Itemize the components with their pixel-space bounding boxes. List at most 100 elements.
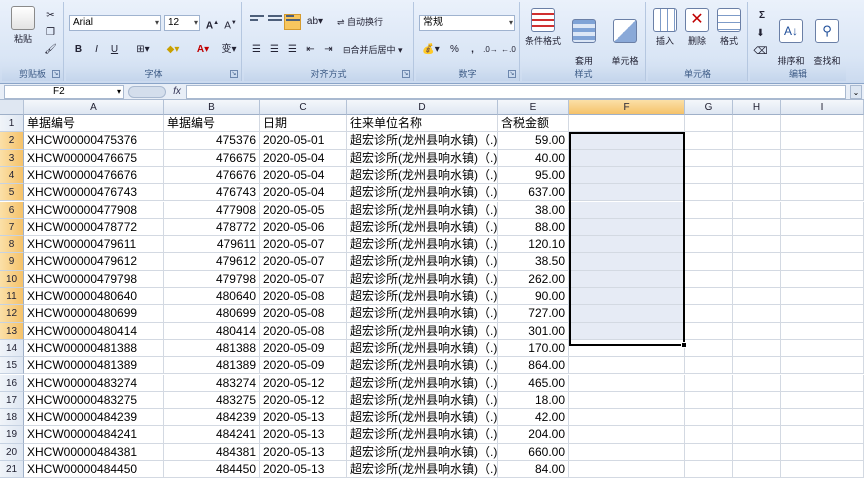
increase-indent-icon[interactable]: ⇥: [320, 42, 337, 58]
empty-cell[interactable]: [733, 253, 781, 271]
partner-name-cell[interactable]: 超宏诊所(龙州县响水镇)（.): [347, 305, 498, 323]
amount-cell[interactable]: 88.00: [498, 218, 569, 237]
empty-cell[interactable]: [685, 149, 733, 167]
row-number[interactable]: 15: [0, 357, 24, 375]
underline-button[interactable]: U: [106, 42, 123, 58]
row-number[interactable]: 6: [0, 201, 24, 219]
conditional-format-button[interactable]: 条件格式: [524, 8, 562, 47]
insert-button[interactable]: 插入: [650, 8, 680, 47]
doc-number-cell[interactable]: XHCW00000477908: [24, 201, 164, 219]
date-cell[interactable]: 2020-05-13: [260, 443, 347, 461]
date-cell[interactable]: 2020-05-09: [260, 357, 347, 375]
amount-cell[interactable]: 204.00: [498, 426, 569, 444]
row-number[interactable]: 8: [0, 236, 24, 254]
partner-name-cell[interactable]: 超宏诊所(龙州县响水镇)（.): [347, 426, 498, 444]
partner-name-cell[interactable]: 超宏诊所(龙州县响水镇)（.): [347, 149, 498, 167]
partner-name-cell[interactable]: 超宏诊所(龙州县响水镇)（.): [347, 357, 498, 375]
empty-cell[interactable]: [685, 166, 733, 185]
empty-cell[interactable]: [733, 270, 781, 288]
doc-id-cell[interactable]: 479798: [164, 270, 260, 288]
orientation-icon[interactable]: ab▾: [304, 14, 326, 30]
doc-number-cell[interactable]: XHCW00000479612: [24, 253, 164, 271]
amount-cell[interactable]: 262.00: [498, 270, 569, 288]
empty-cell[interactable]: [733, 391, 781, 410]
row-number[interactable]: 2: [0, 132, 24, 150]
align-left-icon[interactable]: ☰: [248, 42, 265, 58]
name-box[interactable]: F2 ▾: [4, 85, 124, 99]
empty-cell[interactable]: [733, 461, 781, 479]
align-right-icon[interactable]: ☰: [284, 42, 301, 58]
partner-name-cell[interactable]: 超宏诊所(龙州县响水镇)（.): [347, 443, 498, 461]
empty-cell[interactable]: [733, 374, 781, 392]
empty-cell[interactable]: [733, 149, 781, 167]
row-number[interactable]: 17: [0, 391, 24, 410]
amount-cell[interactable]: 301.00: [498, 322, 569, 340]
empty-cell[interactable]: [685, 409, 733, 427]
doc-id-cell[interactable]: 476675: [164, 149, 260, 167]
date-cell[interactable]: 2020-05-05: [260, 201, 347, 219]
doc-id-cell[interactable]: 476676: [164, 166, 260, 185]
doc-number-cell[interactable]: XHCW00000483275: [24, 391, 164, 410]
empty-cell[interactable]: [685, 115, 733, 133]
doc-id-cell[interactable]: 478772: [164, 218, 260, 237]
shrink-font-icon[interactable]: A▼: [222, 15, 239, 31]
currency-icon[interactable]: 💰▾: [420, 42, 442, 58]
row-number[interactable]: 7: [0, 218, 24, 237]
empty-cell[interactable]: [569, 218, 685, 237]
doc-id-cell[interactable]: 480414: [164, 322, 260, 340]
doc-id-cell[interactable]: 484381: [164, 443, 260, 461]
date-cell[interactable]: 2020-05-04: [260, 149, 347, 167]
wrap-text-button[interactable]: ⇌ 自动换行: [336, 14, 412, 30]
percent-button[interactable]: %: [446, 42, 463, 58]
empty-cell[interactable]: [569, 184, 685, 202]
amount-cell[interactable]: 465.00: [498, 374, 569, 392]
empty-cell[interactable]: [685, 305, 733, 323]
empty-cell[interactable]: [685, 322, 733, 340]
column-header-f[interactable]: F: [569, 100, 685, 115]
empty-cell[interactable]: [569, 270, 685, 288]
empty-cell[interactable]: [733, 288, 781, 306]
row-number[interactable]: 13: [0, 322, 24, 340]
empty-cell[interactable]: [781, 374, 864, 392]
doc-id-cell[interactable]: 480699: [164, 305, 260, 323]
format-cells-button[interactable]: 格式: [714, 8, 744, 47]
doc-number-cell[interactable]: XHCW00000476743: [24, 184, 164, 202]
fill-icon[interactable]: ⬇: [752, 26, 769, 42]
doc-number-cell[interactable]: XHCW00000479798: [24, 270, 164, 288]
empty-cell[interactable]: [569, 288, 685, 306]
empty-cell[interactable]: [781, 443, 864, 461]
doc-number-cell[interactable]: XHCW00000481388: [24, 339, 164, 358]
empty-cell[interactable]: [781, 149, 864, 167]
column-header-d[interactable]: D: [347, 100, 498, 115]
row-number[interactable]: 11: [0, 288, 24, 306]
partner-name-cell[interactable]: 超宏诊所(龙州县响水镇)（.): [347, 339, 498, 358]
date-cell[interactable]: 2020-05-09: [260, 339, 347, 358]
row-number[interactable]: 20: [0, 443, 24, 461]
empty-cell[interactable]: [781, 270, 864, 288]
column-header-g[interactable]: G: [685, 100, 733, 115]
clear-icon[interactable]: ⌫: [752, 44, 769, 60]
expand-formula-bar-icon[interactable]: ⌄: [850, 85, 862, 99]
date-cell[interactable]: 2020-05-04: [260, 166, 347, 185]
doc-id-cell[interactable]: 481389: [164, 357, 260, 375]
select-all-corner[interactable]: [0, 100, 24, 115]
empty-cell[interactable]: [569, 253, 685, 271]
row-number[interactable]: 5: [0, 184, 24, 202]
date-cell[interactable]: 2020-05-08: [260, 288, 347, 306]
doc-id-cell[interactable]: 476743: [164, 184, 260, 202]
empty-cell[interactable]: [685, 374, 733, 392]
empty-cell[interactable]: [569, 443, 685, 461]
doc-number-cell[interactable]: XHCW00000475376: [24, 132, 164, 150]
align-top-icon[interactable]: [248, 14, 265, 30]
empty-cell[interactable]: [685, 288, 733, 306]
font-name-select[interactable]: Arial ▾: [69, 15, 161, 31]
partner-name-cell[interactable]: 超宏诊所(龙州县响水镇)（.): [347, 374, 498, 392]
empty-cell[interactable]: [781, 426, 864, 444]
doc-number-cell[interactable]: XHCW00000481389: [24, 357, 164, 375]
amount-cell[interactable]: 864.00: [498, 357, 569, 375]
amount-cell[interactable]: 90.00: [498, 288, 569, 306]
doc-number-cell[interactable]: XHCW00000480640: [24, 288, 164, 306]
partner-name-cell[interactable]: 超宏诊所(龙州县响水镇)（.): [347, 253, 498, 271]
header-cell[interactable]: 单据编号: [164, 115, 260, 133]
doc-number-cell[interactable]: XHCW00000483274: [24, 374, 164, 392]
